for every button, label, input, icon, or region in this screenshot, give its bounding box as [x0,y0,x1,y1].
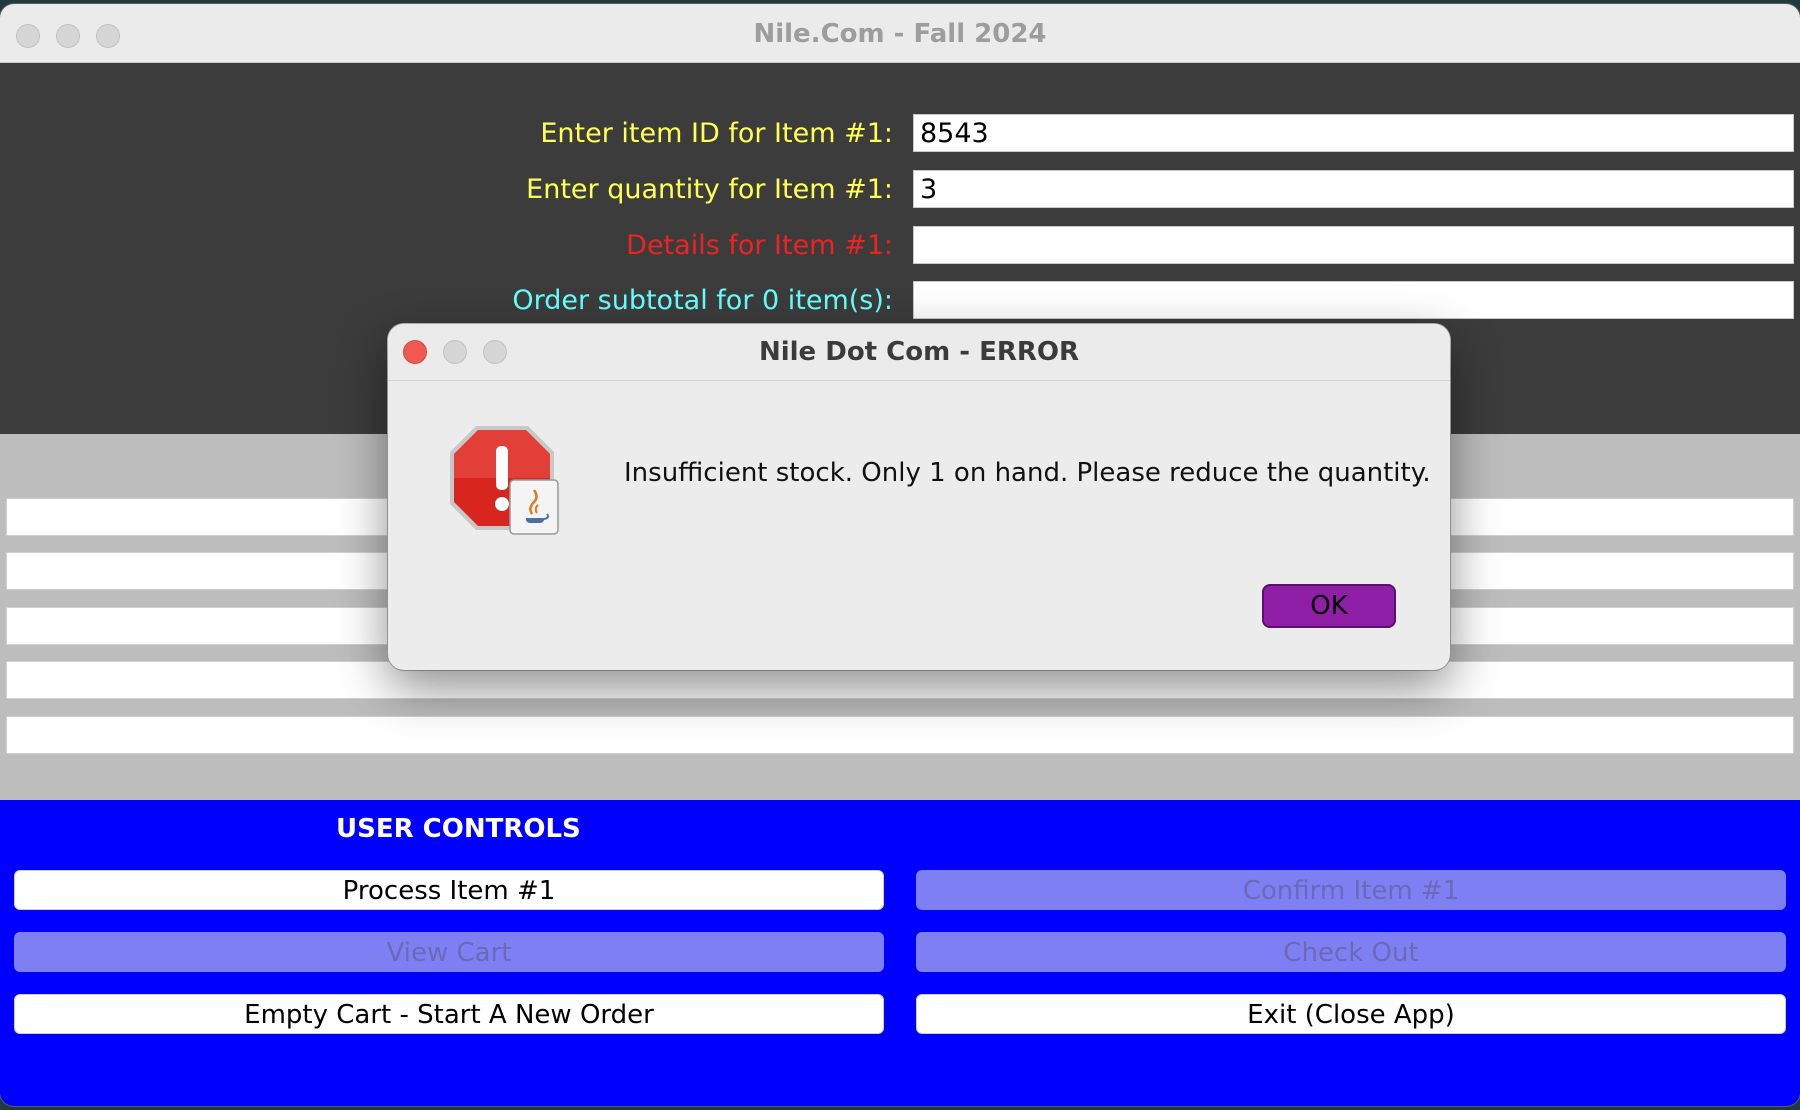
subtotal-label: Order subtotal for 0 item(s): [512,285,893,316]
details-field [913,226,1794,264]
subtotal-field [913,281,1794,319]
check-out-button[interactable]: Check Out [916,932,1786,972]
confirm-item-button[interactable]: Confirm Item #1 [916,870,1786,910]
dialog-title: Nile Dot Com - ERROR [758,337,1080,367]
quantity-row: Enter quantity for Item #1: [0,170,1800,210]
process-item-button[interactable]: Process Item #1 [14,870,884,910]
exit-button[interactable]: Exit (Close App) [916,994,1786,1034]
item-id-label: Enter item ID for Item #1: [540,118,893,149]
quantity-input[interactable] [913,170,1794,208]
details-label: Details for Item #1: [626,230,893,261]
cart-row [6,716,1794,754]
user-controls-title: USER CONTROLS [336,814,581,844]
dialog-message: Insufficient stock. Only 1 on hand. Plea… [624,458,1431,488]
quantity-label: Enter quantity for Item #1: [526,174,893,205]
details-row: Details for Item #1: [0,226,1800,266]
ok-button[interactable]: OK [1262,584,1396,628]
window-title: Nile.Com - Fall 2024 [753,19,1047,49]
empty-cart-button[interactable]: Empty Cart - Start A New Order [14,994,884,1034]
window-titlebar: Nile.Com - Fall 2024 [0,4,1800,63]
subtotal-row: Order subtotal for 0 item(s): [0,281,1800,321]
user-controls-panel: USER CONTROLS Process Item #1 Confirm It… [0,800,1800,1106]
dialog-titlebar: Nile Dot Com - ERROR [388,324,1450,381]
error-dialog: Nile Dot Com - ERROR Insufficient stock.… [388,324,1450,670]
view-cart-button[interactable]: View Cart [14,932,884,972]
item-id-input[interactable] [913,114,1794,152]
error-stop-icon [450,426,559,535]
item-id-row: Enter item ID for Item #1: [0,114,1800,154]
